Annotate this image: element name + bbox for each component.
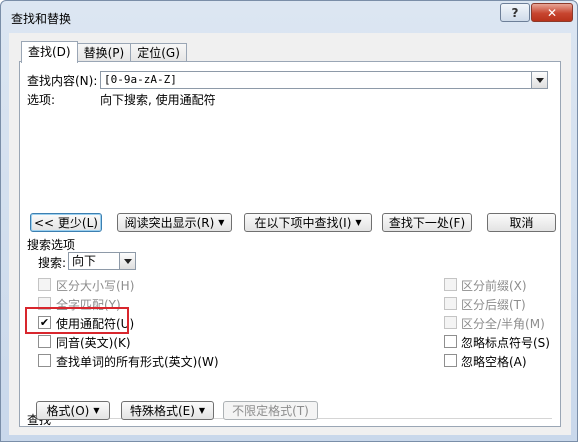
close-icon: ✕: [546, 5, 558, 20]
dialog-body: 查找(D) 替换(P) 定位(G) 查找内容(N): [0-9a-zA-Z] 选…: [9, 33, 571, 435]
ignore-punctuation-label: 忽略标点符号(S): [461, 336, 550, 350]
find-dropdown-button[interactable]: [531, 72, 547, 88]
tab-panel: 查找内容(N): [0-9a-zA-Z] 选项: 向下搜索, 使用通配符 << …: [19, 61, 561, 427]
sounds-like-checkbox[interactable]: [38, 335, 51, 348]
find-what-label: 查找内容(N):: [27, 74, 98, 88]
find-replace-dialog: 查找和替换 ? ✕ 查找(D) 替换(P) 定位(G) 查找内容(N): [0-…: [0, 0, 578, 442]
all-word-forms-checkbox[interactable]: [38, 354, 51, 367]
ignore-spaces-checkbox[interactable]: [444, 354, 457, 367]
sounds-like-label: 同音(英文)(K): [56, 336, 131, 350]
options-label: 选项:: [27, 93, 56, 107]
dropdown-arrow-icon: ▼: [218, 218, 225, 227]
search-direction-value: 向下: [72, 254, 97, 268]
find-what-input[interactable]: [0-9a-zA-Z]: [100, 71, 548, 89]
find-next-button[interactable]: 查找下一处(F): [382, 213, 472, 232]
no-formatting-button[interactable]: 不限定格式(T): [223, 401, 318, 420]
match-width-label: 区分全/半角(M): [461, 317, 545, 331]
no-formatting-label: 不限定格式(T): [232, 404, 309, 418]
format-label: 格式(O): [46, 404, 90, 418]
help-icon: ?: [511, 5, 519, 20]
reading-highlight-button[interactable]: 阅读突出显示(R) ▼: [117, 213, 232, 232]
cancel-button[interactable]: 取消: [487, 213, 556, 232]
close-button[interactable]: ✕: [531, 3, 573, 22]
tab-strip: 查找(D) 替换(P) 定位(G): [21, 41, 187, 63]
special-label: 特殊格式(E): [129, 404, 195, 418]
search-dropdown-button[interactable]: [119, 253, 135, 269]
match-suffix-label: 区分后缀(T): [461, 298, 526, 312]
ignore-punctuation-checkbox[interactable]: [444, 335, 457, 348]
match-prefix-label: 区分前缀(X): [461, 279, 527, 293]
match-prefix-checkbox[interactable]: [444, 278, 457, 291]
wildcard-highlight-box: [25, 307, 129, 334]
tab-goto[interactable]: 定位(G): [130, 43, 187, 63]
chevron-down-icon: [535, 77, 544, 83]
match-suffix-checkbox[interactable]: [444, 297, 457, 310]
tab-replace[interactable]: 替换(P): [76, 43, 132, 63]
search-options-header: 搜索选项: [27, 238, 76, 252]
find-in-label: 在以下项中查找(I): [254, 216, 352, 230]
less-button[interactable]: << 更少(L): [30, 213, 102, 232]
special-button[interactable]: 特殊格式(E) ▼: [121, 401, 214, 420]
ignore-spaces-label: 忽略空格(A): [461, 355, 527, 369]
dropdown-arrow-icon: ▼: [355, 218, 362, 227]
help-button[interactable]: ?: [500, 3, 530, 22]
find-in-button[interactable]: 在以下项中查找(I) ▼: [244, 213, 372, 232]
tab-find[interactable]: 查找(D): [21, 41, 78, 63]
find-next-label: 查找下一处(F): [388, 216, 466, 230]
less-button-label: << 更少(L): [34, 216, 98, 230]
dropdown-arrow-icon: ▼: [198, 406, 206, 415]
find-what-value: [0-9a-zA-Z]: [104, 73, 177, 86]
chevron-down-icon: [123, 258, 132, 264]
format-button[interactable]: 格式(O) ▼: [36, 401, 110, 420]
search-direction-label: 搜索:: [38, 256, 67, 270]
reading-highlight-label: 阅读突出显示(R): [124, 216, 215, 230]
options-value: 向下搜索, 使用通配符: [100, 93, 216, 107]
match-case-checkbox[interactable]: [38, 278, 51, 291]
search-direction-select[interactable]: 向下: [68, 252, 136, 270]
all-word-forms-label: 查找单词的所有形式(英文)(W): [56, 355, 219, 369]
cancel-label: 取消: [509, 216, 534, 230]
match-width-checkbox[interactable]: [444, 316, 457, 329]
title-bar[interactable]: 查找和替换 ? ✕: [1, 1, 577, 33]
window-title: 查找和替换: [11, 12, 72, 26]
dropdown-arrow-icon: ▼: [93, 406, 100, 415]
match-case-label: 区分大小写(H): [56, 279, 135, 293]
